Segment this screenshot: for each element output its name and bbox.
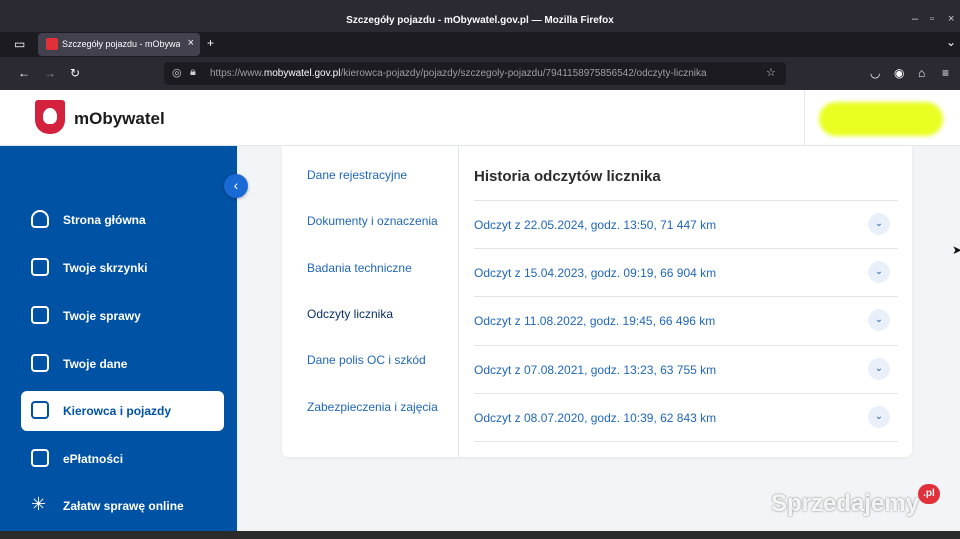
chevron-down-icon[interactable]: ⌄	[868, 213, 890, 235]
subnav-item-dane-rejestracyjne[interactable]: Dane rejestracyjne	[307, 168, 407, 182]
sidebar-item-twoje-skrzynki[interactable]: Twoje skrzynki	[21, 248, 224, 288]
vehicle-subnav: Dane rejestracyjne Dokumenty i oznaczeni…	[282, 146, 459, 457]
watermark: Sprzedajemy	[771, 490, 920, 517]
minimize-icon[interactable]: –	[912, 13, 918, 25]
history-row-label[interactable]: Odczyt z 08.07.2020, godz. 10:39, 62 843…	[474, 411, 716, 425]
sidebar-item-label: Twoje dane	[63, 357, 128, 371]
app-menu-icon[interactable]: ≡	[942, 66, 949, 80]
subnav-item-zabezpieczenia-i-zajecia[interactable]: Zabezpieczenia i zajęcia	[307, 400, 438, 414]
sidebar-item-zalatw-sprawe-online[interactable]: ✳ Załatw sprawę online	[21, 486, 224, 526]
history-row-label[interactable]: Odczyt z 07.08.2021, godz. 13:23, 63 755…	[474, 363, 716, 377]
sidebar: Strona główna Twoje skrzynki Twoje spraw…	[0, 146, 237, 539]
history-row[interactable]: Odczyt z 15.04.2023, godz. 09:19, 66 904…	[474, 248, 898, 296]
reload-icon[interactable]: ↻	[70, 66, 80, 80]
list-all-tabs-icon[interactable]: ⌄	[946, 35, 956, 49]
navigation-toolbar: ← → ↻ ◎ 🔒︎ https://www.mobywatel.gov.pl/…	[0, 57, 960, 90]
subnav-item-badania-techniczne[interactable]: Badania techniczne	[307, 261, 412, 275]
history-title: Historia odczytów licznika	[474, 168, 661, 185]
tab-close-icon[interactable]: ×	[188, 37, 194, 49]
sidebar-item-label: Twoje skrzynki	[63, 261, 148, 275]
click-icon: ✳	[31, 494, 47, 514]
chevron-down-icon[interactable]: ⌄	[868, 309, 890, 331]
lock-icon[interactable]: 🔒︎	[190, 66, 196, 79]
wallet-icon	[31, 449, 49, 467]
os-taskbar	[0, 531, 960, 539]
history-row-label[interactable]: Odczyt z 22.05.2024, godz. 13:50, 71 447…	[474, 218, 716, 232]
mail-icon	[31, 258, 49, 276]
chevron-down-icon[interactable]: ⌄	[868, 406, 890, 428]
sidebar-item-twoje-sprawy[interactable]: Twoje sprawy	[21, 296, 224, 336]
home-icon	[31, 210, 49, 228]
sidebar-item-label: Załatw sprawę online	[63, 499, 184, 513]
back-icon[interactable]: ←	[18, 66, 30, 80]
url-text[interactable]: https://www.mobywatel.gov.pl/kierowca-po…	[210, 68, 707, 79]
forward-icon[interactable]: →	[44, 66, 56, 80]
redacted-user-name	[819, 102, 943, 136]
subnav-item-odczyty-licznika[interactable]: Odczyty licznika	[307, 307, 393, 321]
watermark-badge: .pl	[918, 484, 940, 504]
car-icon	[31, 401, 49, 419]
window-titlebar: Szczegóły pojazdu - mObywatel.gov.pl — M…	[0, 0, 960, 32]
history-row[interactable]: Odczyt z 11.08.2022, godz. 19:45, 66 496…	[474, 296, 898, 344]
sidebar-item-label: Twoje sprawy	[63, 309, 141, 323]
sidebar-item-eplatnosci[interactable]: ePłatności	[21, 439, 224, 479]
mobywatel-favicon-icon	[46, 38, 58, 50]
sidebar-item-label: Kierowca i pojazdy	[63, 404, 172, 418]
sidebar-item-label: Strona główna	[63, 213, 146, 227]
sidebar-item-kierowca-i-pojazdy[interactable]: Kierowca i pojazdy	[21, 391, 224, 431]
url-domain: mobywatel.gov.pl	[263, 68, 341, 79]
url-prefix: https://www.	[210, 68, 264, 79]
chevron-down-icon[interactable]: ⌄	[868, 261, 890, 283]
history-row-label[interactable]: Odczyt z 15.04.2023, godz. 09:19, 66 904…	[474, 266, 716, 280]
url-bar[interactable]: ◎ 🔒︎ https://www.mobywatel.gov.pl/kierow…	[164, 62, 786, 85]
tracking-shield-icon[interactable]: ◎	[172, 66, 182, 79]
new-tab-icon[interactable]: +	[207, 36, 214, 50]
sidebar-item-strona-glowna[interactable]: Strona główna	[21, 200, 224, 240]
maximize-icon[interactable]: ▫	[930, 13, 934, 25]
sidebar-collapse-button[interactable]: ‹	[224, 174, 248, 198]
close-icon[interactable]: ×	[948, 13, 954, 25]
document-icon	[31, 306, 49, 324]
tab-szczegoly-pojazdu[interactable]: Szczegóły pojazdu - mObywatel ×	[38, 33, 200, 56]
emblem-logo-icon[interactable]	[35, 100, 65, 134]
subnav-item-dane-polis-oc[interactable]: Dane polis OC i szkód	[307, 353, 426, 367]
subnav-item-dokumenty-i-oznaczenia[interactable]: Dokumenty i oznaczenia	[307, 214, 438, 228]
chevron-down-icon[interactable]: ⌄	[868, 358, 890, 380]
app-header: mObywatel	[0, 90, 960, 146]
url-path: /kierowca-pojazdy/pojazdy/szczegoly-poja…	[340, 68, 707, 79]
history-row[interactable]: Odczyt z 08.07.2020, godz. 10:39, 62 843…	[474, 393, 898, 441]
vehicle-details-card: Dane rejestracyjne Dokumenty i oznaczeni…	[282, 146, 912, 457]
mouse-cursor-icon: ➤	[952, 243, 960, 257]
history-row[interactable]: Odczyt z 22.05.2024, godz. 13:50, 71 447…	[474, 200, 898, 248]
tab-overview-icon[interactable]: ▭	[14, 37, 25, 51]
extensions-icon[interactable]: ⌂	[918, 66, 925, 80]
user-menu[interactable]	[804, 90, 960, 146]
history-row[interactable]: Odczyt z 07.08.2021, godz. 13:23, 63 755…	[474, 345, 898, 393]
bookmark-star-icon[interactable]: ☆	[766, 66, 776, 79]
window-title: Szczegóły pojazdu - mObywatel.gov.pl — M…	[346, 15, 614, 26]
tab-strip: ▭ Szczegóły pojazdu - mObywatel × + ⌄	[0, 32, 960, 57]
history-row-label[interactable]: Odczyt z 11.08.2022, godz. 19:45, 66 496…	[474, 314, 715, 328]
history-divider	[474, 441, 898, 442]
brand-name[interactable]: mObywatel	[74, 109, 165, 129]
pocket-icon[interactable]: ◡	[870, 66, 880, 80]
account-icon[interactable]: ◉	[894, 66, 904, 80]
sidebar-item-label: ePłatności	[63, 452, 124, 466]
tab-label: Szczegóły pojazdu - mObywatel	[62, 39, 180, 49]
sidebar-item-twoje-dane[interactable]: Twoje dane	[21, 344, 224, 384]
id-card-icon	[31, 354, 49, 372]
